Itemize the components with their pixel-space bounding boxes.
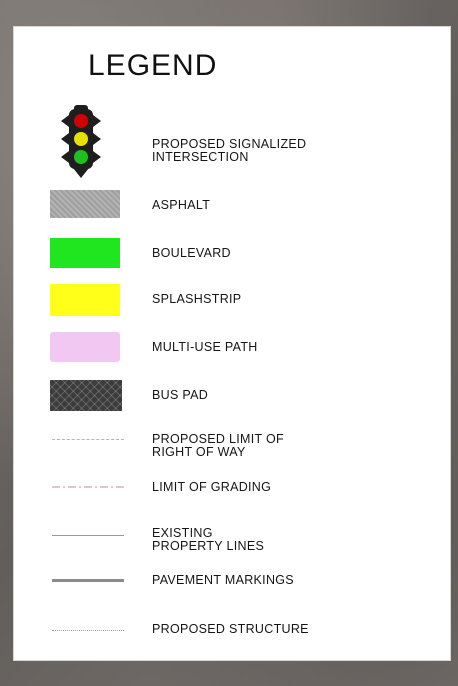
pavement-markings-line-symbol xyxy=(52,579,124,582)
legend-label-pavement-markings: PAVEMENT MARKINGS xyxy=(152,573,294,587)
bus-pad-swatch xyxy=(50,380,122,411)
legend-panel: LEGEND PROPOSED SIGNALIZED INTERSECTION … xyxy=(14,27,450,660)
legend-label-limit-of-grading: LIMIT OF GRADING xyxy=(152,480,272,494)
asphalt-swatch xyxy=(50,190,120,218)
legend-label-splashstrip: SPLASHSTRIP xyxy=(152,292,242,306)
splashstrip-swatch xyxy=(50,284,120,316)
right-of-way-line-symbol xyxy=(52,439,124,440)
limit-of-grading-line-symbol xyxy=(52,486,124,488)
legend-label-boulevard: BOULEVARD xyxy=(152,246,231,260)
legend-label-proposed-structure: PROPOSED STRUCTURE xyxy=(152,622,309,636)
legend-label-property-lines: EXISTING PROPERTY LINES xyxy=(152,526,265,553)
legend-label-asphalt: ASPHALT xyxy=(152,198,211,212)
legend-label-right-of-way: PROPOSED LIMIT OF RIGHT OF WAY xyxy=(152,432,284,459)
legend-label-bus-pad: BUS PAD xyxy=(152,388,209,402)
legend-title: LEGEND xyxy=(88,49,218,82)
property-line-symbol xyxy=(52,535,124,536)
legend-label-multi-use-path: MULTI-USE PATH xyxy=(152,340,258,354)
proposed-structure-line-symbol xyxy=(52,630,124,631)
legend-label-signalized-intersection: PROPOSED SIGNALIZED INTERSECTION xyxy=(152,137,307,164)
boulevard-swatch xyxy=(50,238,120,268)
multi-use-path-swatch xyxy=(50,332,120,362)
